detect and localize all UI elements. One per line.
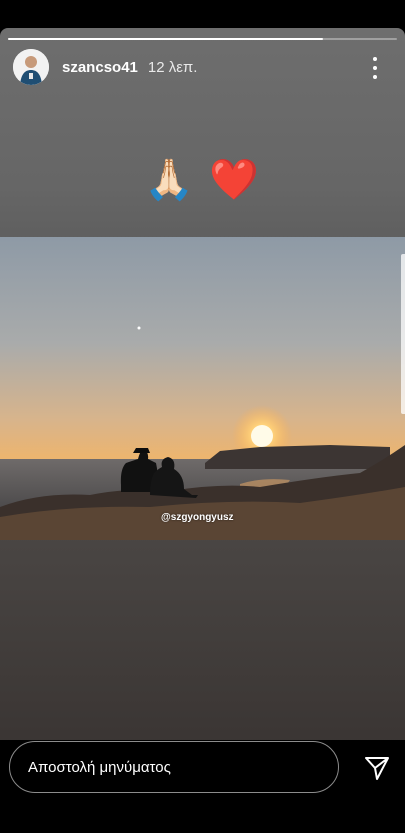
story-emojis: 🙏🏻 ❤️ — [144, 158, 261, 202]
avatar[interactable] — [13, 49, 49, 85]
story-viewer[interactable]: szancso41 12 λεπ. 🙏🏻 ❤️ @szgyongyusz — [0, 28, 405, 748]
send-message-input[interactable]: Αποστολή μηνύματος — [9, 741, 339, 793]
story-progress-fill — [8, 38, 324, 40]
story-progress-bar — [8, 38, 397, 40]
story-header: szancso41 12 λεπ. — [13, 49, 395, 85]
send-icon[interactable] — [364, 755, 390, 781]
username[interactable]: szancso41 — [62, 59, 138, 76]
story-footer: Αποστολή μηνύματος — [0, 740, 405, 833]
more-vertical-icon[interactable] — [365, 57, 385, 79]
scroll-handle[interactable] — [401, 254, 405, 414]
story-photo: @szgyongyusz — [0, 237, 405, 540]
message-placeholder: Αποστολή μηνύματος — [28, 758, 171, 776]
mention-sticker[interactable]: @szgyongyusz — [161, 512, 234, 523]
story-timestamp: 12 λεπ. — [147, 58, 198, 76]
